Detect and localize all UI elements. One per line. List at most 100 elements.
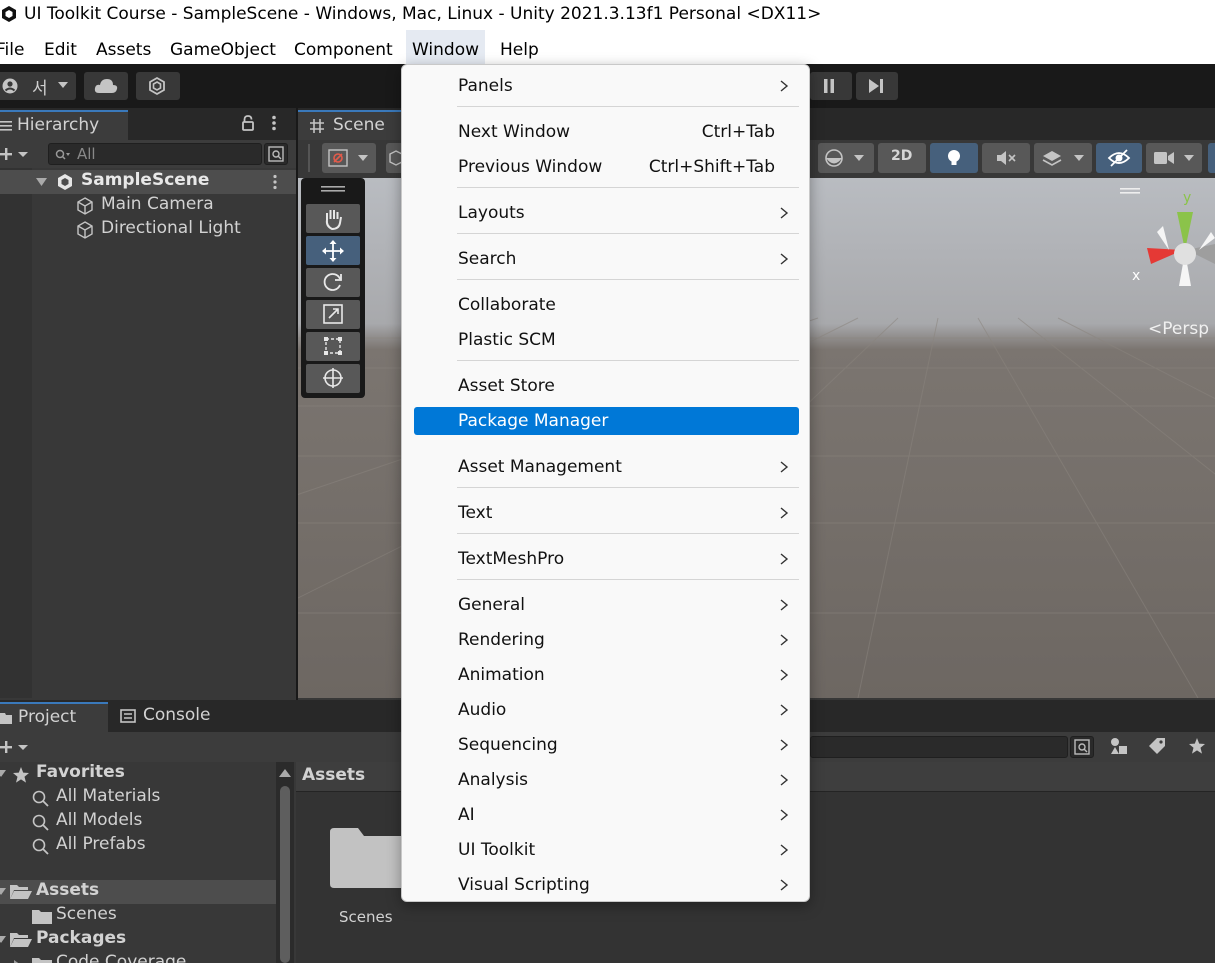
pause-button[interactable]: [810, 72, 852, 100]
menu-item-label: Plastic SCM: [458, 330, 556, 350]
view-option-button[interactable]: [386, 143, 402, 173]
menu-item-label: Package Manager: [458, 411, 609, 431]
menu-gameobject[interactable]: GameObject: [168, 30, 278, 64]
lock-icon[interactable]: [241, 115, 255, 131]
expand-arrow-icon[interactable]: [0, 936, 6, 944]
search-mode-button[interactable]: [1070, 736, 1094, 758]
folder-item[interactable]: Code Coverage: [0, 952, 276, 963]
menu-item-visual-scripting[interactable]: Visual Scripting: [414, 871, 799, 899]
gizmos-toggle[interactable]: [1208, 143, 1215, 173]
rotate-tool-button[interactable]: [306, 268, 360, 297]
project-tab[interactable]: Project: [0, 702, 108, 732]
menu-item-package-manager[interactable]: Package Manager: [414, 407, 799, 435]
star-icon[interactable]: [1188, 737, 1206, 755]
search-mode-button[interactable]: [264, 143, 288, 165]
chevron-down-icon: [854, 155, 864, 161]
scene-name: SampleScene: [81, 170, 210, 190]
menu-window[interactable]: Window: [406, 30, 486, 64]
search-icon: [32, 790, 49, 807]
expand-arrow-icon[interactable]: [36, 178, 47, 187]
scene-tab[interactable]: Scene: [298, 110, 402, 140]
menu-item-animation[interactable]: Animation: [414, 661, 799, 689]
menu-item-search[interactable]: Search: [414, 245, 799, 273]
perspective-label[interactable]: <Persp: [1148, 319, 1209, 339]
scrollbar-thumb[interactable]: [280, 786, 290, 963]
menu-item-rendering[interactable]: Rendering: [414, 626, 799, 654]
menu-item-general[interactable]: General: [414, 591, 799, 619]
hierarchy-tab[interactable]: Hierarchy: [0, 110, 128, 140]
add-dropdown[interactable]: [0, 739, 30, 755]
menu-component[interactable]: Component: [292, 30, 395, 64]
folder-item[interactable]: Scenes: [0, 904, 276, 928]
scene-row[interactable]: SampleScene: [0, 170, 296, 194]
rect-tool-button[interactable]: [306, 332, 360, 361]
search-placeholder: All: [77, 145, 96, 163]
favorite-item[interactable]: All Models: [0, 810, 276, 834]
axis-y-label: y: [1183, 190, 1192, 206]
account-dropdown[interactable]: 서: [0, 72, 76, 100]
menu-item-label: Sequencing: [458, 735, 558, 755]
axis-x-label: x: [1132, 268, 1141, 284]
menu-assets[interactable]: Assets: [94, 30, 153, 64]
collab-button[interactable]: [136, 72, 180, 100]
gizmo-tool-dropdown[interactable]: [322, 143, 376, 173]
favorite-item[interactable]: All Prefabs: [0, 834, 276, 858]
transform-tool-button[interactable]: [306, 364, 360, 393]
menu-item-ai[interactable]: AI: [414, 801, 799, 829]
menu-item-sequencing[interactable]: Sequencing: [414, 731, 799, 759]
menu-item-layouts[interactable]: Layouts: [414, 199, 799, 227]
audio-toggle[interactable]: [982, 143, 1030, 173]
scroll-up-icon[interactable]: [279, 769, 291, 777]
orientation-gizmo[interactable]: [1133, 192, 1215, 292]
menu-item-audio[interactable]: Audio: [414, 696, 799, 724]
menu-item-next-window[interactable]: Next Window Ctrl+Tab: [414, 118, 799, 146]
project-search-input[interactable]: [810, 736, 1068, 758]
menu-item-analysis[interactable]: Analysis: [414, 766, 799, 794]
hierarchy-body: SampleScene Main Camera Directional Ligh…: [0, 168, 296, 698]
menu-help[interactable]: Help: [498, 30, 541, 64]
favorite-item[interactable]: All Materials: [0, 786, 276, 810]
menu-edit[interactable]: Edit: [42, 30, 79, 64]
asset-folder-tile[interactable]: Scenes: [320, 820, 412, 930]
hierarchy-search-input[interactable]: All: [48, 143, 262, 165]
menu-item-plastic-scm[interactable]: Plastic SCM: [414, 326, 799, 354]
filter-by-type-icon[interactable]: [1110, 737, 1128, 755]
scale-tool-button[interactable]: [306, 300, 360, 329]
menu-item-asset-store[interactable]: Asset Store: [414, 372, 799, 400]
effects-dropdown[interactable]: [1034, 143, 1092, 173]
add-dropdown[interactable]: [0, 146, 30, 162]
menu-file[interactable]: File: [0, 30, 26, 64]
menu-item-ui-toolkit[interactable]: UI Toolkit: [414, 836, 799, 864]
console-tab[interactable]: Console: [112, 702, 232, 732]
favorites-row[interactable]: Favorites: [0, 762, 276, 786]
hierarchy-item[interactable]: Directional Light: [0, 218, 296, 242]
move-tool-button[interactable]: [306, 236, 360, 265]
overlay-handle-icon[interactable]: [321, 186, 345, 192]
folder-item-label: Code Coverage: [56, 952, 187, 963]
view-tool-button[interactable]: [306, 204, 360, 233]
menu-item-panels[interactable]: Panels: [414, 72, 799, 100]
assets-breadcrumb-label[interactable]: Assets: [302, 765, 365, 785]
lighting-toggle[interactable]: [930, 143, 978, 173]
shading-dropdown[interactable]: [818, 143, 874, 173]
assets-folder-row[interactable]: Assets: [0, 880, 276, 904]
kebab-menu-icon[interactable]: [271, 115, 277, 131]
menu-item-label: Text: [458, 503, 493, 523]
menu-item-collaborate[interactable]: Collaborate: [414, 291, 799, 319]
scene-menu-icon[interactable]: [272, 174, 278, 190]
step-button[interactable]: [856, 72, 898, 100]
cloud-button[interactable]: [84, 72, 128, 100]
menu-item-asset-management[interactable]: Asset Management: [414, 453, 799, 481]
packages-folder-row[interactable]: Packages: [0, 928, 276, 952]
filter-by-label-icon[interactable]: [1148, 737, 1166, 755]
project-tree-scrollbar[interactable]: [276, 762, 294, 963]
expand-arrow-icon[interactable]: [0, 770, 6, 778]
menu-item-text[interactable]: Text: [414, 499, 799, 527]
expand-arrow-icon[interactable]: [0, 888, 6, 896]
menu-item-previous-window[interactable]: Previous Window Ctrl+Shift+Tab: [414, 153, 799, 181]
hierarchy-item[interactable]: Main Camera: [0, 194, 296, 218]
menu-item-textmeshpro[interactable]: TextMeshPro: [414, 545, 799, 573]
scene-visibility-toggle[interactable]: [1096, 143, 1142, 173]
toggle-2d-button[interactable]: 2D: [878, 143, 926, 173]
camera-dropdown[interactable]: [1146, 143, 1202, 173]
